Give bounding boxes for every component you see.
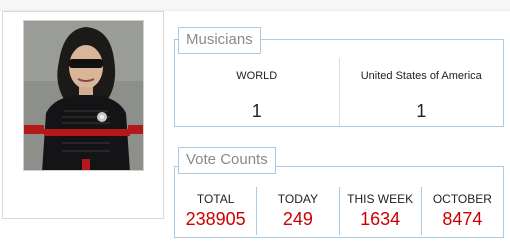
vote-counts-panel: TOTAL 238905 TODAY 249 THIS WEEK 1634 OC… bbox=[174, 166, 504, 238]
vote-count-month: OCTOBER 8474 bbox=[420, 187, 503, 235]
vote-count-value: 249 bbox=[282, 209, 313, 229]
ranking-label: United States of America bbox=[360, 70, 482, 82]
vote-counts-row: TOTAL 238905 TODAY 249 THIS WEEK 1634 OC… bbox=[175, 187, 503, 235]
vote-count-total: TOTAL 238905 bbox=[175, 187, 256, 235]
musicians-rankings: WORLD 1 United States of America 1 bbox=[175, 58, 503, 126]
ranking-value: 1 bbox=[416, 101, 427, 121]
top-divider-strip bbox=[0, 0, 510, 11]
vote-count-today: TODAY 249 bbox=[256, 187, 338, 235]
vote-count-value: 8474 bbox=[442, 209, 483, 229]
musicians-panel-title: Musicians bbox=[178, 27, 261, 54]
ranking-value: 1 bbox=[251, 101, 262, 121]
artist-portrait-image bbox=[24, 21, 143, 170]
ranking-label: WORLD bbox=[236, 70, 278, 82]
artist-photo-card bbox=[2, 11, 164, 219]
vote-count-value: 1634 bbox=[360, 209, 401, 229]
vote-count-this-week: THIS WEEK 1634 bbox=[338, 187, 421, 235]
vote-counts-panel-title: Vote Counts bbox=[178, 147, 276, 174]
vote-count-label: TODAY bbox=[277, 192, 318, 206]
artist-photo[interactable] bbox=[23, 20, 144, 171]
ranking-world: WORLD 1 bbox=[175, 58, 339, 126]
vote-count-label: OCTOBER bbox=[432, 192, 492, 206]
vote-count-label: THIS WEEK bbox=[347, 192, 414, 206]
vote-count-label: TOTAL bbox=[196, 192, 235, 206]
vote-count-value: 238905 bbox=[185, 209, 246, 229]
ranking-country: United States of America 1 bbox=[338, 58, 504, 126]
